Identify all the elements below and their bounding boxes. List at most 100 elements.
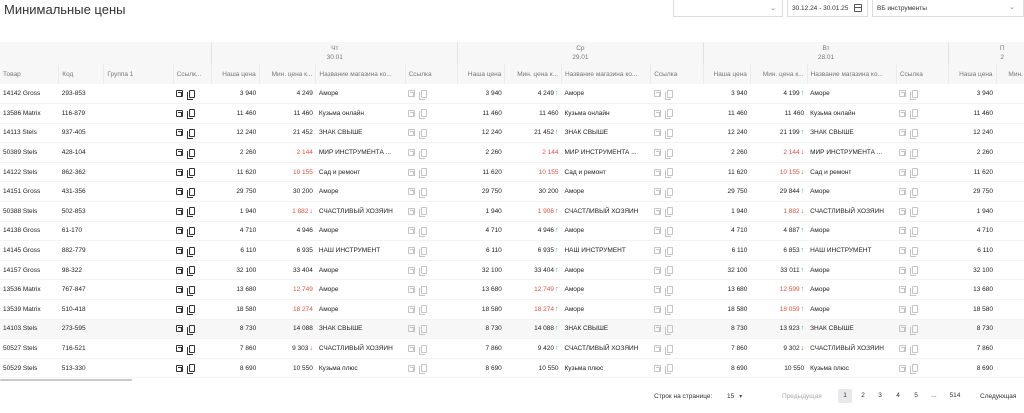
copy-icon[interactable] xyxy=(664,266,673,277)
table-row[interactable]: 14157 Gross 98-322 32 100 33 404 Аморе 32 100… xyxy=(0,260,1024,281)
external-link-icon[interactable] xyxy=(899,90,907,98)
external-link-icon[interactable] xyxy=(653,188,661,196)
copy-icon[interactable] xyxy=(910,344,919,355)
copy-icon[interactable] xyxy=(910,89,919,100)
copy-icon[interactable] xyxy=(187,364,196,375)
external-link-icon[interactable] xyxy=(176,90,184,98)
copy-icon[interactable] xyxy=(910,109,919,120)
external-link-icon[interactable] xyxy=(653,247,661,255)
page-button[interactable]: 4 xyxy=(891,389,905,403)
external-link-icon[interactable] xyxy=(653,305,661,313)
copy-icon[interactable] xyxy=(419,207,428,218)
table-row[interactable]: 14113 Stels 937-405 12 240 21 452 ЗНАК СВЫШЕ… xyxy=(0,123,1024,144)
col-min-price[interactable]: Мин. цена к... xyxy=(258,64,316,84)
external-link-icon[interactable] xyxy=(176,286,184,294)
external-link-icon[interactable] xyxy=(408,168,416,176)
external-link-icon[interactable] xyxy=(653,286,661,294)
col-our-price[interactable]: Наша цена xyxy=(702,64,751,84)
col-code[interactable]: Код xyxy=(58,64,104,84)
copy-icon[interactable] xyxy=(664,128,673,139)
col-min-price[interactable]: Мин. цена к... xyxy=(749,64,808,84)
copy-icon[interactable] xyxy=(187,128,196,139)
copy-icon[interactable] xyxy=(419,305,428,316)
copy-icon[interactable] xyxy=(419,109,428,120)
copy-icon[interactable] xyxy=(910,364,919,375)
copy-icon[interactable] xyxy=(187,266,196,277)
page-button[interactable]: 2 xyxy=(856,389,870,403)
table-row[interactable]: 14122 Stels 862-362 11 620 10 155 Сад и ремо… xyxy=(0,162,1024,183)
copy-icon[interactable] xyxy=(187,344,196,355)
col-min-price[interactable]: Мин. цена к... xyxy=(504,64,562,84)
copy-icon[interactable] xyxy=(419,344,428,355)
external-link-icon[interactable] xyxy=(899,364,907,372)
external-link-icon[interactable] xyxy=(653,109,661,117)
external-link-icon[interactable] xyxy=(176,129,184,137)
copy-icon[interactable] xyxy=(419,187,428,198)
copy-icon[interactable] xyxy=(910,285,919,296)
table-row[interactable]: 14138 Gross 61-170 4 710 4 946 Аморе 4 710 4 9… xyxy=(0,221,1024,242)
external-link-icon[interactable] xyxy=(408,305,416,313)
external-link-icon[interactable] xyxy=(176,325,184,333)
next-page-button[interactable]: Следующая xyxy=(980,393,1016,400)
copy-icon[interactable] xyxy=(187,324,196,335)
table-row[interactable]: 14151 Gross 431-356 29 750 30 200 Аморе 29 75… xyxy=(0,181,1024,203)
external-link-icon[interactable] xyxy=(899,168,907,176)
page-button[interactable]: 1 xyxy=(838,389,852,403)
copy-icon[interactable] xyxy=(664,148,673,159)
page-button[interactable]: 514 xyxy=(948,389,962,403)
col-our-price[interactable]: Наша цена xyxy=(948,64,997,84)
copy-icon[interactable] xyxy=(187,207,196,218)
copy-icon[interactable] xyxy=(910,305,919,316)
table-row[interactable]: 50389 Stels 428-104 2 260 2 144 МИР ИНСТРУМЕ… xyxy=(0,142,1024,163)
copy-icon[interactable] xyxy=(187,168,196,179)
table-row[interactable]: 13536 Matrix 767-847 13 680 12 749 Аморе 13 6… xyxy=(0,279,1024,301)
copy-icon[interactable] xyxy=(910,128,919,139)
external-link-icon[interactable] xyxy=(408,286,416,294)
col-store-name[interactable]: Название магазина ко... xyxy=(315,64,406,84)
copy-icon[interactable] xyxy=(419,266,428,277)
copy-icon[interactable] xyxy=(187,246,196,257)
copy-icon[interactable] xyxy=(910,324,919,335)
external-link-icon[interactable] xyxy=(176,305,184,313)
copy-icon[interactable] xyxy=(910,207,919,218)
external-link-icon[interactable] xyxy=(176,364,184,372)
external-link-icon[interactable] xyxy=(899,305,907,313)
copy-icon[interactable] xyxy=(419,148,428,159)
external-link-icon[interactable] xyxy=(176,266,184,274)
external-link-icon[interactable] xyxy=(899,188,907,196)
external-link-icon[interactable] xyxy=(899,109,907,117)
copy-icon[interactable] xyxy=(664,246,673,257)
external-link-icon[interactable] xyxy=(408,129,416,137)
filter-select-empty[interactable]: ⌄ xyxy=(673,0,783,17)
external-link-icon[interactable] xyxy=(408,207,416,215)
copy-icon[interactable] xyxy=(419,285,428,296)
prev-page-button[interactable]: Предыдущая xyxy=(782,393,822,400)
copy-icon[interactable] xyxy=(419,226,428,237)
external-link-icon[interactable] xyxy=(653,149,661,157)
external-link-icon[interactable] xyxy=(408,364,416,372)
external-link-icon[interactable] xyxy=(408,90,416,98)
table-row[interactable]: 14103 Stels 273-595 8 730 14 088 ЗНАК СВЫШЕ 8… xyxy=(0,319,1024,340)
table-row[interactable]: 50527 Stels 716-521 7 860 9 303↓ СЧАСТЛИВЫЙ … xyxy=(0,338,1024,359)
external-link-icon[interactable] xyxy=(899,227,907,235)
copy-icon[interactable] xyxy=(187,187,196,198)
copy-icon[interactable] xyxy=(664,207,673,218)
col-link[interactable]: Ссылка xyxy=(404,64,458,84)
external-link-icon[interactable] xyxy=(176,247,184,255)
copy-icon[interactable] xyxy=(664,285,673,296)
copy-icon[interactable] xyxy=(664,109,673,120)
copy-icon[interactable] xyxy=(910,226,919,237)
external-link-icon[interactable] xyxy=(408,188,416,196)
external-link-icon[interactable] xyxy=(176,188,184,196)
external-link-icon[interactable] xyxy=(653,227,661,235)
copy-icon[interactable] xyxy=(187,89,196,100)
external-link-icon[interactable] xyxy=(899,345,907,353)
external-link-icon[interactable] xyxy=(653,325,661,333)
external-link-icon[interactable] xyxy=(653,345,661,353)
external-link-icon[interactable] xyxy=(408,149,416,157)
external-link-icon[interactable] xyxy=(653,266,661,274)
horizontal-scrollbar[interactable] xyxy=(0,379,132,381)
copy-icon[interactable] xyxy=(187,109,196,120)
external-link-icon[interactable] xyxy=(176,168,184,176)
copy-icon[interactable] xyxy=(664,89,673,100)
